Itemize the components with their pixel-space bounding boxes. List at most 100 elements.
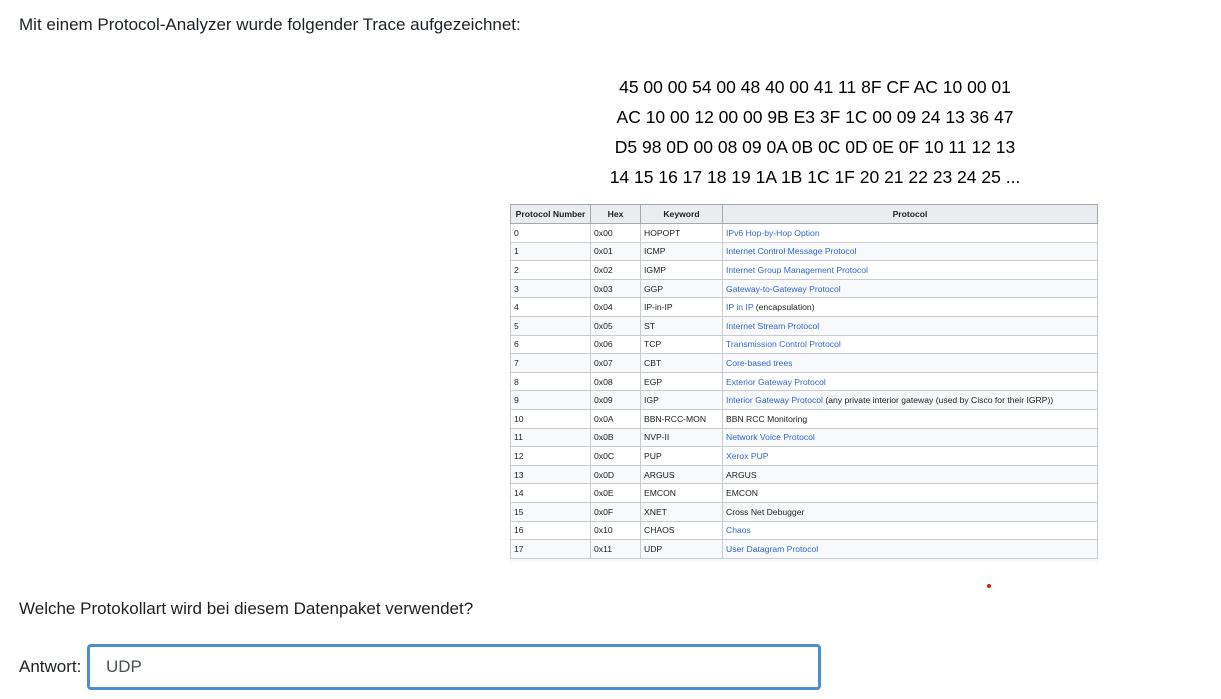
- table-row: 12 0x0C PUP Xerox PUP: [510, 446, 1098, 466]
- cell-keyword: GGP: [640, 279, 723, 299]
- hex-line: AC 10 00 12 00 00 9B E3 3F 1C 00 09 24 1…: [616, 107, 1014, 127]
- table-row: 14 0x0E EMCON EMCON: [510, 483, 1098, 503]
- protocol-link[interactable]: Transmission Control Protocol: [726, 339, 841, 349]
- protocol-link[interactable]: Chaos: [726, 525, 751, 535]
- protocol-text: (encapsulation): [753, 302, 815, 313]
- cell-keyword: NVP-II: [640, 428, 723, 448]
- cell-protocol: IP in IP (encapsulation): [722, 297, 1098, 317]
- protocol-link[interactable]: Interior Gateway Protocol: [726, 395, 823, 405]
- table-row: 4 0x04 IP-in-IP IP in IP (encapsulation): [510, 297, 1098, 317]
- cell-protocol-number: 0: [510, 223, 591, 243]
- hex-line: D5 98 0D 00 08 09 0A 0B 0C 0D 0E 0F 10 1…: [614, 137, 1016, 157]
- cell-keyword: ST: [640, 316, 723, 336]
- cell-protocol: Network Voice Protocol: [722, 428, 1098, 448]
- protocol-link[interactable]: Internet Group Management Protocol: [726, 265, 868, 275]
- table-row: 3 0x03 GGP Gateway-to-Gateway Protocol: [510, 279, 1098, 299]
- table-row: 9 0x09 IGP Interior Gateway Protocol (any p…: [510, 390, 1098, 410]
- cell-protocol-number: 7: [510, 353, 591, 373]
- cell-protocol: IPv6 Hop-by-Hop Option: [722, 223, 1098, 243]
- cell-keyword: CBT: [640, 353, 723, 373]
- protocol-table-image: Protocol Number Hex Keyword Protocol 0 0x…: [510, 204, 1098, 562]
- table-row: 13 0x0D ARGUS ARGUS: [510, 465, 1098, 485]
- protocol-text: ARGUS: [726, 469, 757, 480]
- cell-protocol-number: 5: [510, 316, 591, 336]
- table-row: 0 0x00 HOPOPT IPv6 Hop-by-Hop Option: [510, 223, 1098, 243]
- cell-hex: 0x0D: [590, 465, 641, 485]
- cell-keyword: UDP: [640, 539, 723, 559]
- protocol-link[interactable]: Internet Control Message Protocol: [726, 246, 856, 256]
- cell-protocol-number: 9: [510, 390, 591, 410]
- cell-protocol: Internet Control Message Protocol: [722, 242, 1098, 262]
- protocol-link[interactable]: Gateway-to-Gateway Protocol: [726, 284, 841, 294]
- cell-protocol-number: 1: [510, 242, 591, 262]
- cell-protocol: Internet Group Management Protocol: [722, 260, 1098, 280]
- cell-protocol: User Datagram Protocol: [722, 539, 1098, 559]
- header-keyword: Keyword: [640, 204, 723, 224]
- header-hex: Hex: [590, 204, 641, 224]
- cell-protocol-number: 13: [510, 465, 591, 485]
- table-row: 6 0x06 TCP Transmission Control Protocol: [510, 335, 1098, 355]
- header-protocol: Protocol: [722, 204, 1098, 224]
- cell-keyword: ICMP: [640, 242, 723, 262]
- cell-protocol: Core-based trees: [722, 353, 1098, 373]
- cell-protocol-number: 2: [510, 260, 591, 280]
- cell-keyword: HOPOPT: [640, 223, 723, 243]
- protocol-link[interactable]: Exterior Gateway Protocol: [726, 377, 826, 387]
- cell-hex: 0x0A: [590, 409, 641, 429]
- cell-keyword: ARGUS: [640, 465, 723, 485]
- hex-line: 45 00 00 54 00 48 40 00 41 11 8F CF AC 1…: [619, 77, 1011, 97]
- cell-keyword: IP-in-IP: [640, 297, 723, 317]
- cell-protocol: EMCON: [722, 483, 1098, 503]
- answer-input[interactable]: [87, 644, 821, 690]
- cell-hex: 0x0B: [590, 428, 641, 448]
- cell-hex: 0x10: [590, 521, 641, 541]
- question-text: Welche Protokollart wird bei diesem Date…: [19, 599, 474, 618]
- cell-protocol: Xerox PUP: [722, 446, 1098, 466]
- hex-dump: 45 00 00 54 00 48 40 00 41 11 8F CF AC 1…: [560, 72, 1070, 192]
- protocol-link[interactable]: Xerox PUP: [726, 451, 769, 461]
- quiz-page: Mit einem Protocol-Analyzer wurde folgen…: [0, 0, 1221, 699]
- protocol-link[interactable]: Internet Stream Protocol: [726, 321, 819, 331]
- cell-protocol-number: 16: [510, 521, 591, 541]
- answer-label: Antwort:: [19, 657, 82, 676]
- protocol-link[interactable]: IPv6 Hop-by-Hop Option: [726, 228, 820, 238]
- table-row: 16 0x10 CHAOS Chaos: [510, 521, 1098, 541]
- cell-protocol-number: 4: [510, 297, 591, 317]
- cell-hex: 0x00: [590, 223, 641, 243]
- cell-keyword: IGP: [640, 390, 723, 410]
- protocol-link[interactable]: User Datagram Protocol: [726, 544, 818, 554]
- cell-hex: 0x09: [590, 390, 641, 410]
- cell-protocol-number: 6: [510, 335, 591, 355]
- cell-hex: 0x0F: [590, 502, 641, 522]
- cell-hex: 0x11: [590, 539, 641, 559]
- cell-hex: 0x01: [590, 242, 641, 262]
- protocol-text: Cross Net Debugger: [726, 506, 805, 517]
- table-row: 15 0x0F XNET Cross Net Debugger: [510, 502, 1098, 522]
- cell-protocol: Gateway-to-Gateway Protocol: [722, 279, 1098, 299]
- cell-keyword: EGP: [640, 372, 723, 392]
- cell-hex: 0x0E: [590, 483, 641, 503]
- cell-keyword: IGMP: [640, 260, 723, 280]
- cell-protocol: ARGUS: [722, 465, 1098, 485]
- table-row: 10 0x0A BBN-RCC-MON BBN RCC Monitoring: [510, 409, 1098, 429]
- table-row: 7 0x07 CBT Core-based trees: [510, 353, 1098, 373]
- cell-protocol: Exterior Gateway Protocol: [722, 372, 1098, 392]
- table-row: 11 0x0B NVP-II Network Voice Protocol: [510, 428, 1098, 448]
- cell-protocol-number: 10: [510, 409, 591, 429]
- protocol-number-table: Protocol Number Hex Keyword Protocol 0 0x…: [510, 204, 1098, 559]
- protocol-link[interactable]: Network Voice Protocol: [726, 432, 815, 442]
- cell-protocol-number: 8: [510, 372, 591, 392]
- cell-hex: 0x07: [590, 353, 641, 373]
- protocol-link[interactable]: IP in IP: [726, 302, 753, 312]
- table-row: 5 0x05 ST Internet Stream Protocol: [510, 316, 1098, 336]
- cell-hex: 0x06: [590, 335, 641, 355]
- intro-text: Mit einem Protocol-Analyzer wurde folgen…: [19, 15, 521, 34]
- cell-keyword: EMCON: [640, 483, 723, 503]
- cell-hex: 0x04: [590, 297, 641, 317]
- protocol-link[interactable]: Core-based trees: [726, 358, 792, 368]
- cell-protocol-number: 14: [510, 483, 591, 503]
- cell-keyword: XNET: [640, 502, 723, 522]
- cell-protocol-number: 12: [510, 446, 591, 466]
- cell-hex: 0x0C: [590, 446, 641, 466]
- cell-protocol: Interior Gateway Protocol (any private i…: [722, 390, 1098, 410]
